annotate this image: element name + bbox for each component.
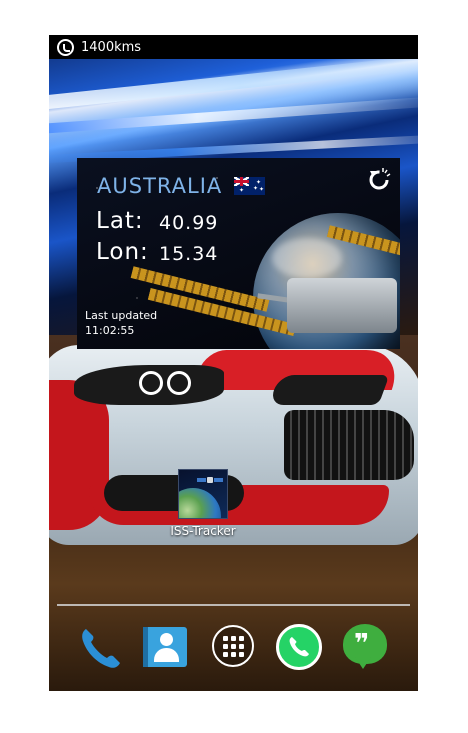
- dock-divider: [57, 604, 410, 606]
- iss-tracker-icon: [178, 469, 228, 519]
- app-icon-satellite: [207, 477, 213, 483]
- australia-flag-icon: ✦ ✦ ✦ ✦: [234, 177, 265, 195]
- iss-tracker-widget[interactable]: AUSTRALIA ✦ ✦ ✦ ✦ Lat: 40.99 Lon: 15.34 …: [77, 158, 400, 349]
- app-icon-satellite-panel: [197, 478, 206, 482]
- app-drawer-dot: [239, 652, 244, 657]
- dock-contacts-button[interactable]: [143, 623, 191, 671]
- wallpaper-car-light-ring: [139, 371, 163, 395]
- latitude-value: 40.99: [159, 212, 219, 234]
- app-shortcut-label: ISS-Tracker: [170, 524, 236, 538]
- dock-hangouts-button[interactable]: ❞: [341, 623, 389, 671]
- whatsapp-handset-icon: [289, 637, 309, 657]
- hangouts-quote-mark: ❞: [354, 629, 370, 659]
- flag-star: ✦: [259, 186, 265, 193]
- app-drawer-dot: [231, 644, 236, 649]
- widget-country-name: AUSTRALIA: [97, 174, 223, 198]
- app-drawer-icon: [212, 625, 254, 667]
- flag-star: ✦: [253, 185, 259, 192]
- contacts-icon: [143, 623, 191, 671]
- app-drawer-dot: [223, 636, 228, 641]
- wallpaper-car-light-ring: [167, 371, 191, 395]
- whatsapp-notification-icon: [57, 38, 74, 56]
- app-drawer-dot: [231, 636, 236, 641]
- dock: ❞: [49, 623, 418, 675]
- longitude-label: Lon:: [96, 239, 149, 265]
- flag-star: ✦: [239, 187, 245, 194]
- wallpaper: [49, 35, 418, 691]
- widget-space-station-image: [287, 278, 397, 333]
- wallpaper-car-grille: [284, 410, 414, 480]
- status-bar[interactable]: 1400kms: [49, 35, 418, 59]
- phone-screen: 1400kms AUSTRALIA ✦ ✦ ✦ ✦ Lat: 40.99 Lon…: [49, 35, 418, 691]
- phone-icon: [82, 629, 120, 668]
- app-icon-satellite-panel: [214, 478, 223, 482]
- flag-union-jack-horizontal: [234, 180, 249, 183]
- app-drawer-dot: [223, 652, 228, 657]
- latitude-label: Lat:: [96, 208, 144, 234]
- app-drawer-dot: [223, 644, 228, 649]
- wallpaper-car-vent: [268, 375, 390, 405]
- dock-app-drawer-button[interactable]: [210, 623, 258, 671]
- refresh-icon[interactable]: [366, 166, 392, 192]
- dock-phone-button[interactable]: [77, 623, 125, 671]
- app-drawer-dot: [239, 636, 244, 641]
- hangouts-icon: ❞: [341, 623, 389, 671]
- last-updated-label: Last updated: [85, 309, 158, 322]
- contacts-card-tab: [143, 627, 148, 667]
- app-drawer-dot: [239, 644, 244, 649]
- dock-whatsapp-button[interactable]: [275, 623, 323, 671]
- status-notification-text: 1400kms: [81, 39, 142, 55]
- longitude-value: 15.34: [159, 243, 219, 265]
- last-updated-time: 11:02:55: [85, 324, 135, 337]
- app-icon-earth: [179, 488, 221, 518]
- contacts-person-head: [160, 633, 173, 646]
- app-shortcut-iss-tracker[interactable]: ISS-Tracker: [153, 469, 253, 538]
- widget-earth-clouds: [272, 238, 342, 278]
- app-drawer-dot: [231, 652, 236, 657]
- whatsapp-icon: [276, 624, 322, 670]
